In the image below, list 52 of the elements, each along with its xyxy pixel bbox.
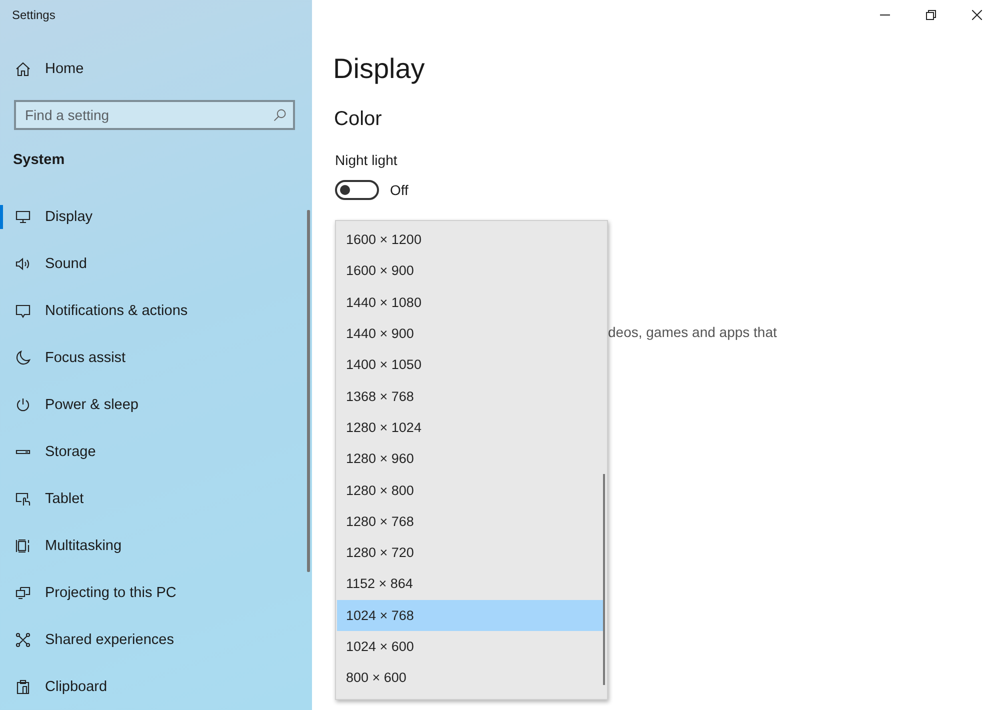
speaker-icon <box>15 256 31 272</box>
dropdown-option[interactable]: 1024 × 600 <box>337 630 603 662</box>
search-field[interactable]: Find a setting <box>14 100 295 130</box>
nav-item[interactable]: Clipboard <box>0 675 300 699</box>
scrollbar[interactable] <box>603 474 605 685</box>
dropdown-option[interactable]: 1600 × 900 <box>337 255 603 287</box>
window-title: Settings <box>11 7 56 23</box>
dropdown-option[interactable]: 1280 × 800 <box>337 474 603 506</box>
power-icon <box>15 397 31 413</box>
close-icon <box>972 10 982 20</box>
screens-icon <box>15 585 31 601</box>
toggle-switch[interactable] <box>335 180 379 200</box>
home-link[interactable]: Home <box>0 49 94 89</box>
search-icon <box>273 108 287 122</box>
setting-label: Night light <box>335 151 398 169</box>
dropdown-option[interactable]: 1280 × 768 <box>337 506 603 537</box>
dropdown-option[interactable]: 1600 × 1200 <box>337 224 603 256</box>
dropdown-option[interactable]: 1400 × 1050 <box>337 349 603 380</box>
dropdown-option[interactable]: 1280 × 1024 <box>337 412 603 444</box>
restore-icon <box>926 10 936 20</box>
tablet-icon <box>15 491 31 507</box>
section-heading: Color <box>334 107 382 132</box>
dropdown-option[interactable]: 1024 × 768 <box>337 600 603 631</box>
toggle-state: Off <box>390 182 408 198</box>
speech-bubble-icon <box>15 303 31 319</box>
nav-item[interactable]: Power & sleep <box>0 393 300 417</box>
dropdown-option[interactable]: 1368 × 768 <box>337 380 603 412</box>
nav-item[interactable]: Sound <box>0 252 300 276</box>
section-heading: System <box>12 151 65 169</box>
nav-item[interactable]: Focus assist <box>0 346 300 370</box>
home-icon <box>15 61 31 77</box>
nav-item[interactable]: Shared experiences <box>0 628 300 652</box>
moon-icon <box>15 350 31 366</box>
nodes-icon <box>15 632 31 648</box>
nav-item[interactable]: Tablet <box>0 487 300 511</box>
multitasking-icon <box>15 538 31 554</box>
nav-item[interactable]: Display <box>0 205 300 229</box>
nav-item[interactable]: Projecting to this PC <box>0 581 300 605</box>
monitor-icon <box>15 209 31 225</box>
description-text: deos, games and apps that <box>608 323 777 341</box>
dropdown-option[interactable]: 1440 × 1080 <box>337 286 603 318</box>
clipboard-icon <box>15 679 31 695</box>
dropdown-option[interactable]: 1280 × 960 <box>337 443 603 474</box>
page-title: Display <box>333 52 425 86</box>
dropdown-option[interactable]: 1152 × 864 <box>337 568 603 600</box>
dropdown-option[interactable]: 800 × 600 <box>337 662 603 694</box>
dropdown-option[interactable]: 1440 × 900 <box>337 318 603 350</box>
dropdown-option[interactable]: 1280 × 720 <box>337 536 603 568</box>
nav-item[interactable]: Multitasking <box>0 534 300 558</box>
nav-item[interactable]: Storage <box>0 440 300 464</box>
nav-item[interactable]: Notifications & actions <box>0 299 300 323</box>
scrollbar[interactable] <box>307 210 310 572</box>
